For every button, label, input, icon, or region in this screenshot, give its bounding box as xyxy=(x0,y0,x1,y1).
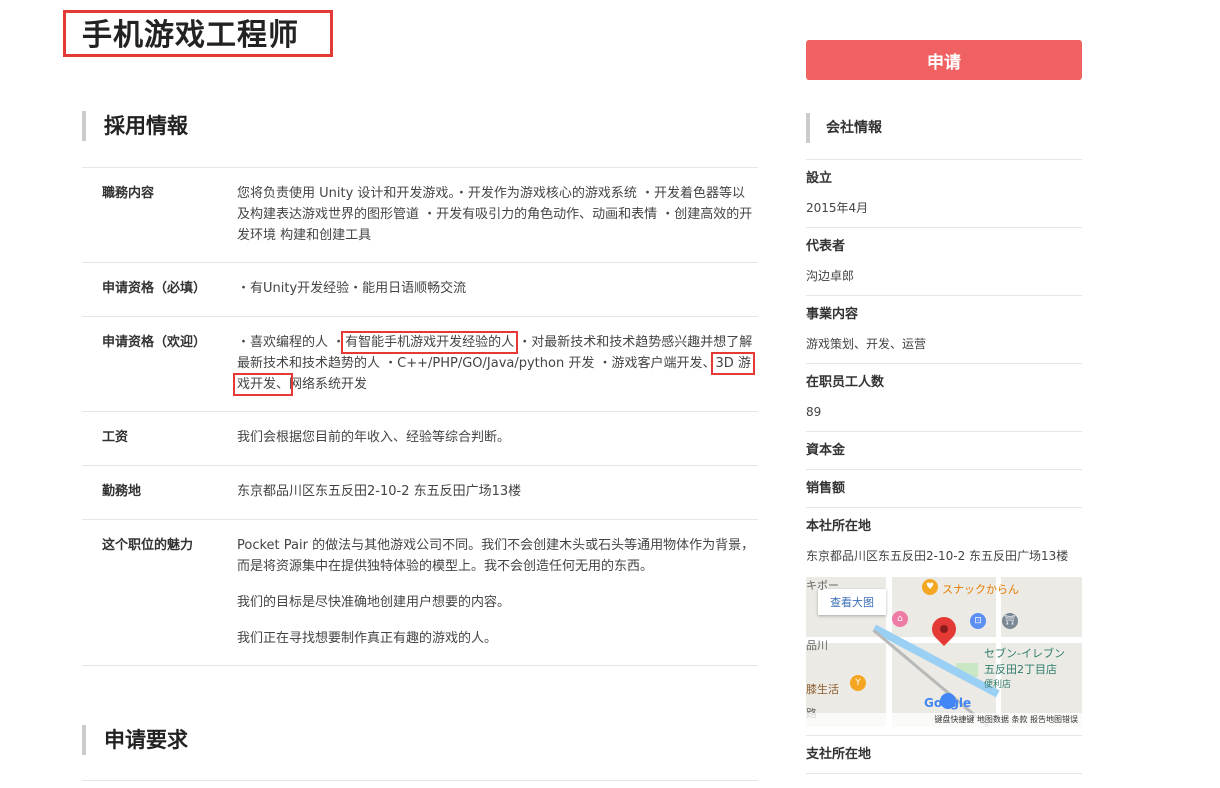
welcome-text-part: ・喜欢编程的人 ・ xyxy=(237,335,346,350)
company-field-label: 支社所在地 xyxy=(806,747,872,762)
detail-label: 勤務地 xyxy=(102,484,142,499)
company-field-label: 事業内容 xyxy=(806,307,859,322)
company-field-value: 89 xyxy=(806,405,822,419)
job-title: 手机游戏工程师 xyxy=(82,18,299,53)
detail-label: 这个职位的魅力 xyxy=(102,538,194,553)
company-info: 設立 2015年4月 代表者 沟边卓郎 事業内容 游戏策划、开发、运营 在职员工… xyxy=(806,159,1082,774)
job-details-table: 職務内容 您将负责使用 Unity 设计和开发游戏。・开发作为游戏核心的游戏系统… xyxy=(82,167,758,666)
snack-icon: ♥ xyxy=(922,579,938,595)
company-representative: 代表者 沟边卓郎 xyxy=(806,228,1082,296)
hotel-icon: ⌂ xyxy=(892,611,908,627)
company-field-value: 沟边卓郎 xyxy=(806,269,855,283)
detail-row-duties: 職務内容 您将负责使用 Unity 设计和开发游戏。・开发作为游戏核心的游戏系统… xyxy=(82,168,758,263)
detail-row-welcome: 申请资格（欢迎） ・喜欢编程的人 ・有智能手机游戏开发经验的人 ・对最新技术和技… xyxy=(82,317,758,412)
section-heading-recruitment: 採用情報 xyxy=(82,111,188,141)
detail-label: 申请资格（必填） xyxy=(102,281,207,296)
map-label-snack: スナックからん xyxy=(942,583,1019,596)
location-map[interactable]: 查看大图 ♥ スナックからん ⌂ ⊡ ⛩ Y セブン-イレブン 五反田2丁目店 … xyxy=(806,577,1082,727)
company-field-label: 销售额 xyxy=(806,481,846,496)
appeal-paragraph: 我们的目标是尽快准确地创建用户想要的内容。 xyxy=(237,595,511,610)
company-field-label: 設立 xyxy=(806,171,833,186)
welcome-text-part: 网络系统开发 xyxy=(289,377,368,392)
detail-value: Pocket Pair 的做法与其他游戏公司不同。我们不会创建木头或石头等通用物… xyxy=(237,535,755,649)
detail-row-salary: 工资 我们会根据您目前的年收入、经验等综合判断。 xyxy=(82,412,758,466)
company-founded: 設立 2015年4月 xyxy=(806,160,1082,228)
restaurant-icon: Y xyxy=(850,675,866,691)
detail-value: ・有Unity开发经验・能用日语顺畅交流 xyxy=(237,281,467,296)
company-field-value: 游戏策划、开发、运营 xyxy=(806,337,927,351)
divider xyxy=(82,780,758,781)
detail-value: 东京都品川区东五反田2-10-2 东五反田广场13楼 xyxy=(237,484,522,499)
apply-button[interactable]: 申请 xyxy=(806,40,1082,80)
shrine-icon: ⛩ xyxy=(1002,613,1018,629)
company-field-label: 在职员工人数 xyxy=(806,375,885,390)
map-label-shinagawa: 品川 xyxy=(806,639,828,652)
map-label-seven-branch: 五反田2丁目店 xyxy=(984,663,1057,676)
map-label-life: 膝生活 xyxy=(806,683,839,696)
detail-row-appeal: 这个职位的魅力 Pocket Pair 的做法与其他游戏公司不同。我们不会创建木… xyxy=(82,520,758,666)
shop-icon: ⊡ xyxy=(970,613,986,629)
pegman-icon[interactable] xyxy=(940,693,956,709)
company-branch: 支社所在地 xyxy=(806,736,1082,774)
company-employees: 在职员工人数 89 xyxy=(806,364,1082,432)
appeal-paragraph: 我们正在寻找想要制作真正有趣的游戏的人。 xyxy=(237,631,498,646)
company-field-label: 代表者 xyxy=(806,239,846,254)
company-capital: 資本金 xyxy=(806,432,1082,470)
appeal-paragraph: Pocket Pair 的做法与其他游戏公司不同。我们不会创建木头或石头等通用物… xyxy=(237,538,755,574)
detail-value: ・喜欢编程的人 ・有智能手机游戏开发经验的人 ・对最新技术和技术趋势感兴趣并想了… xyxy=(233,331,755,396)
company-headquarters: 本社所在地 东京都品川区东五反田2-10-2 东五反田广场13楼 查看大图 ♥ … xyxy=(806,508,1082,736)
map-label-kibo: キボー xyxy=(806,579,839,592)
section-heading-requirements: 申请要求 xyxy=(82,725,188,755)
company-field-value: 2015年4月 xyxy=(806,201,869,215)
detail-value: 我们会根据您目前的年收入、经验等综合判断。 xyxy=(237,430,511,445)
map-label-convenience: 便利店 xyxy=(984,680,1012,690)
company-field-value: 东京都品川区东五反田2-10-2 东五反田广场13楼 xyxy=(806,549,1069,563)
company-sales: 销售额 xyxy=(806,470,1082,508)
company-business: 事業内容 游戏策划、开发、运营 xyxy=(806,296,1082,364)
company-field-label: 資本金 xyxy=(806,443,846,458)
detail-label: 工资 xyxy=(102,430,129,445)
map-label-seven: セブン-イレブン xyxy=(984,647,1065,660)
highlighted-text: 有智能手机游戏开发经验的人 xyxy=(341,331,519,354)
detail-value: 您将负责使用 Unity 设计和开发游戏。・开发作为游戏核心的游戏系统 ・开发着… xyxy=(237,186,753,243)
company-field-label: 本社所在地 xyxy=(806,519,872,534)
detail-label: 申请资格（欢迎） xyxy=(102,335,207,350)
detail-label: 職務内容 xyxy=(102,186,155,201)
map-footer[interactable]: 键盘快捷键 地图数据 条款 报告地图错误 xyxy=(806,713,1082,727)
detail-row-location: 勤務地 东京都品川区东五反田2-10-2 东五反田广场13楼 xyxy=(82,466,758,520)
map-road xyxy=(886,577,892,727)
company-info-heading: 会社情報 xyxy=(806,113,882,143)
detail-row-required: 申请资格（必填） ・有Unity开发经验・能用日语顺畅交流 xyxy=(82,263,758,317)
